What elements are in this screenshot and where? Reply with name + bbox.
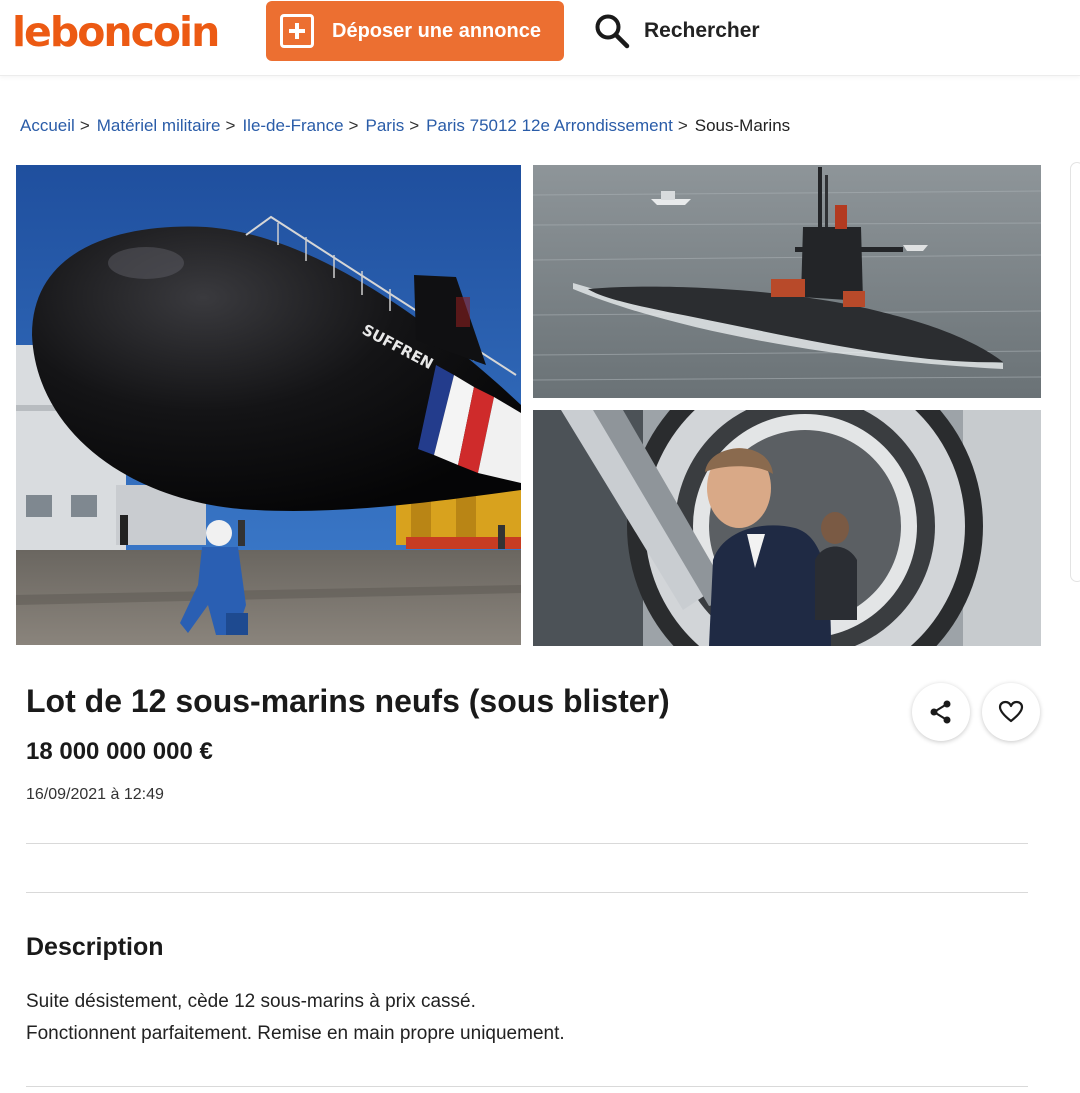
ad-photo-hatch[interactable] xyxy=(533,410,1041,646)
ad-photo-main[interactable]: SUFFREN xyxy=(16,165,521,645)
section-divider xyxy=(26,1086,1028,1087)
ad-date: 16/09/2021 à 12:49 xyxy=(26,786,164,803)
ad-price: 18 000 000 000 € xyxy=(26,738,213,765)
description-line: Fonctionnent parfaitement. Remise en mai… xyxy=(26,1023,565,1044)
breadcrumb-separator: > xyxy=(409,116,420,135)
breadcrumb-item-paris-75012[interactable]: Paris 75012 12e Arrondissement xyxy=(426,116,673,135)
breadcrumb-item-paris[interactable]: Paris xyxy=(365,116,404,135)
breadcrumb-separator: > xyxy=(79,116,90,135)
search-button[interactable]: Rechercher xyxy=(594,10,760,52)
top-header: leboncoin Déposer une annonce Rechercher xyxy=(0,0,1080,76)
plus-square-icon xyxy=(280,14,314,48)
favorite-button[interactable] xyxy=(982,683,1040,741)
breadcrumb-separator: > xyxy=(677,116,688,135)
breadcrumb-separator: > xyxy=(348,116,359,135)
post-ad-label: Déposer une annonce xyxy=(332,19,541,42)
description-line: Suite désistement, cède 12 sous-marins à… xyxy=(26,991,476,1012)
share-icon xyxy=(930,700,951,724)
breadcrumb-item-accueil[interactable]: Accueil xyxy=(20,116,75,135)
ad-photo-sea[interactable] xyxy=(533,165,1041,398)
search-icon xyxy=(595,14,630,49)
leboncoin-logo[interactable]: leboncoin xyxy=(12,8,220,56)
share-button[interactable] xyxy=(912,683,970,741)
heart-icon xyxy=(998,700,1024,723)
ad-title: Lot de 12 sous-marins neufs (sous bliste… xyxy=(26,683,670,719)
section-divider xyxy=(26,892,1028,893)
side-panel-edge xyxy=(1070,162,1080,582)
breadcrumb-item-materiel-militaire[interactable]: Matériel militaire xyxy=(97,116,221,135)
breadcrumb: Accueil > Matériel militaire > Ile-de-France… xyxy=(20,116,790,136)
search-label: Rechercher xyxy=(644,19,760,42)
description-heading: Description xyxy=(26,933,164,961)
breadcrumb-item-ile-de-france[interactable]: Ile-de-France xyxy=(242,116,343,135)
breadcrumb-current: Sous-Marins xyxy=(694,116,791,135)
breadcrumb-separator: > xyxy=(225,116,236,135)
section-divider xyxy=(26,843,1028,844)
post-ad-button[interactable]: Déposer une annonce xyxy=(266,1,564,61)
